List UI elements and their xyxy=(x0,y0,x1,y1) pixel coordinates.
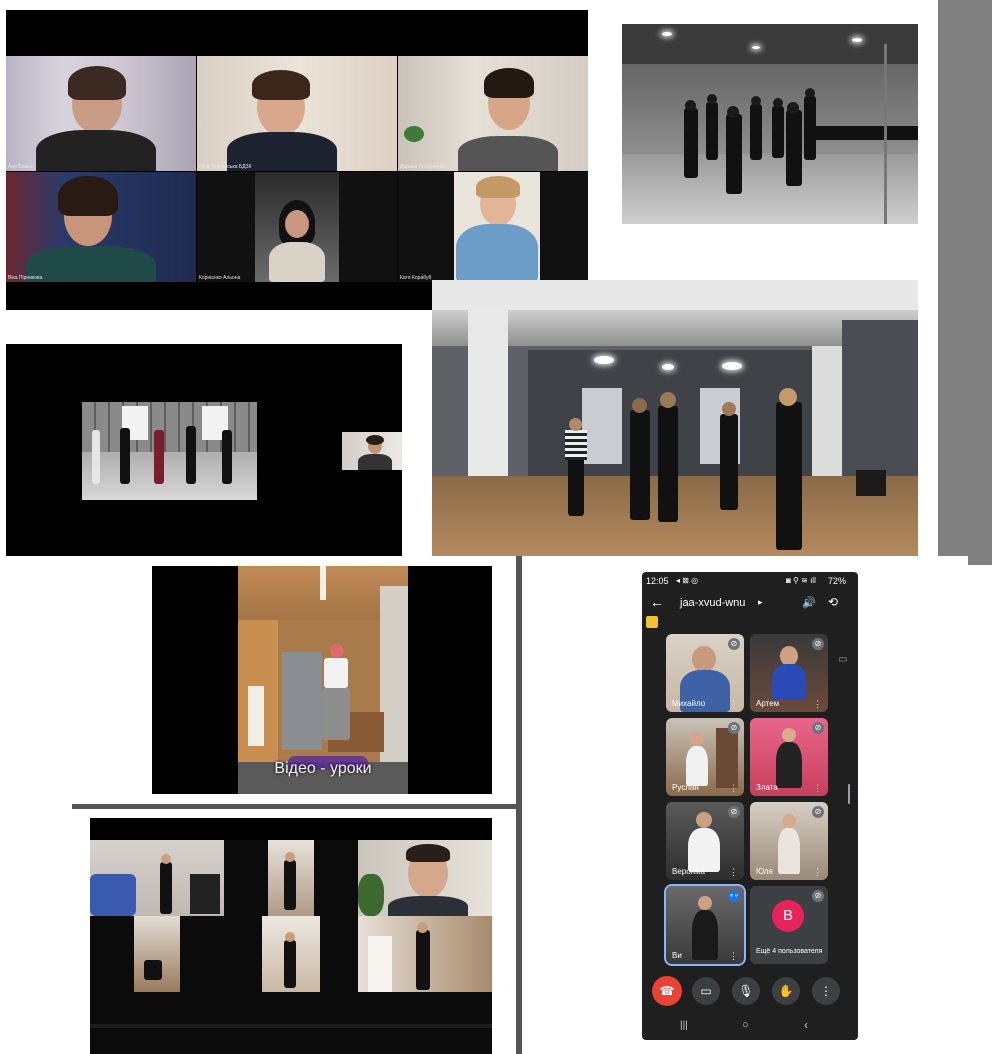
back-icon[interactable]: ‹ xyxy=(804,1018,808,1032)
screen-share-screenshot xyxy=(6,344,402,556)
shared-video xyxy=(82,402,257,500)
mic-off-icon: ⊘ xyxy=(812,890,824,902)
speaking-icon: ∘∘ xyxy=(728,890,740,902)
participant-name: Корнієнко Альона xyxy=(199,275,241,281)
more-icon[interactable]: ⋮ xyxy=(729,700,738,709)
mic-off-icon: ⊘ xyxy=(728,638,740,650)
participant-tile xyxy=(268,840,314,916)
dance-studio-photo xyxy=(622,24,918,224)
participant-tile-yulia[interactable]: ⊘ Юля ⋮ xyxy=(750,802,828,880)
side-camera-icon[interactable]: ▭ xyxy=(838,654,847,665)
participant-tile: Дарина Литвиненко xyxy=(398,56,588,171)
participant-tile-zlata[interactable]: ⊘ Злата ⋮ xyxy=(750,718,828,796)
back-arrow-icon[interactable]: ← xyxy=(650,594,664,610)
more-icon[interactable]: ⋮ xyxy=(813,700,822,709)
switch-camera-icon[interactable]: ⟲ xyxy=(828,595,838,609)
info-badge-icon[interactable] xyxy=(646,616,658,628)
avatar: В xyxy=(772,900,804,932)
participant-tile xyxy=(358,916,492,992)
participant-name: Вероніка xyxy=(672,867,706,876)
mic-off-icon: ⊘ xyxy=(812,806,824,818)
participant-name: Дарина Литвиненко xyxy=(400,164,446,170)
mic-off-icon: ⊘ xyxy=(728,806,740,818)
participant-tile-artem[interactable]: ⊘ Артем ⋮ xyxy=(750,634,828,712)
video-lesson-screenshot: Відео - уроки xyxy=(152,566,492,794)
horizontal-divider xyxy=(72,804,516,809)
raise-hand-button[interactable]: ✋ xyxy=(772,977,800,1005)
participant-name: Артем xyxy=(756,699,780,708)
phone-meet-screenshot: 12:05 ◂ ⊠ ◎ ◙ ⚲ ≋ ıll 72% ← jaa-xvud-wnu… xyxy=(642,572,858,1040)
more-icon[interactable]: ⋮ xyxy=(729,784,738,793)
participant-tile xyxy=(358,840,492,916)
participant-tile: Віка Пірникова xyxy=(6,172,196,282)
end-call-button[interactable]: ☎ xyxy=(652,976,682,1006)
participant-name: Юля Тарнавська БДЗК xyxy=(199,164,252,170)
participant-tile-mykhailo[interactable]: ⊘ Михайло ⋮ xyxy=(666,634,744,712)
gray-side-bar xyxy=(938,0,992,565)
zoom-gallery-screenshot: Аня Божко Юля Тарнавська БДЗК Дарина Лит… xyxy=(6,10,588,310)
camera-toggle-button[interactable]: ▭ xyxy=(692,977,720,1005)
home-icon[interactable]: ○ xyxy=(742,1019,749,1031)
mic-off-icon: ⊘ xyxy=(728,722,740,734)
mic-off-icon: ⊘ xyxy=(812,638,824,650)
participant-name: Михайло xyxy=(672,699,706,708)
participant-tile: Юля Тарнавська БДЗК xyxy=(197,56,397,171)
self-video-thumbnail xyxy=(342,432,402,470)
mic-off-icon: ⊘ xyxy=(812,722,824,734)
status-time: 12:05 xyxy=(646,576,669,586)
mic-toggle-button[interactable]: 🎙 xyxy=(732,977,760,1005)
participant-tile: Корнієнко Альона xyxy=(197,172,397,282)
participant-name: Віка Пірникова xyxy=(8,275,43,281)
participant-tile-self[interactable]: ∘∘ Ви ⋮ xyxy=(664,884,746,966)
dance-class-photo xyxy=(432,280,918,556)
participant-tile-ruslan[interactable]: ⊘ Руслан ⋮ xyxy=(666,718,744,796)
more-icon[interactable]: ⋮ xyxy=(813,868,822,877)
participant-tile xyxy=(134,916,180,992)
participant-name: Ви xyxy=(672,951,682,960)
speaker-icon[interactable]: 🔊 xyxy=(802,596,816,609)
more-icon[interactable]: ⋮ xyxy=(813,784,822,793)
participant-tile xyxy=(262,916,320,992)
participant-tile xyxy=(90,840,224,916)
more-users-label: Ещё 4 пользователя xyxy=(756,948,823,955)
video-caption: Відео - уроки xyxy=(274,760,372,777)
more-options-button[interactable]: ⋮ xyxy=(812,977,840,1005)
signal-icons: ◙ ⚲ ≋ ıll xyxy=(786,576,816,585)
more-users-tile[interactable]: В ⊘ Ещё 4 пользователя xyxy=(750,886,828,964)
scroll-indicator[interactable] xyxy=(848,784,850,804)
participant-name: Юля xyxy=(756,867,773,876)
meeting-code[interactable]: jaa-xvud-wnu xyxy=(680,597,745,609)
participant-name: Злата xyxy=(756,783,778,792)
vertical-divider xyxy=(516,556,522,1054)
status-battery: 72% xyxy=(828,576,847,586)
participant-tile: Катя Корабуб xyxy=(398,172,588,282)
status-icons: ◂ ⊠ ◎ xyxy=(676,576,699,585)
participant-name: Аня Божко xyxy=(8,164,33,170)
chevron-right-icon: ▸ xyxy=(758,597,763,607)
participant-tile-veronika[interactable]: ⊘ Вероніка ⋮ xyxy=(666,802,744,880)
participant-name: Руслан xyxy=(672,783,699,792)
participant-tile: Аня Божко xyxy=(6,56,196,171)
participant-name: Катя Корабуб xyxy=(400,275,432,281)
more-icon[interactable]: ⋮ xyxy=(729,952,738,961)
zoom-gallery-screenshot-2 xyxy=(90,818,492,1054)
more-icon[interactable]: ⋮ xyxy=(729,868,738,877)
recent-apps-icon[interactable]: ||| xyxy=(680,1020,688,1031)
